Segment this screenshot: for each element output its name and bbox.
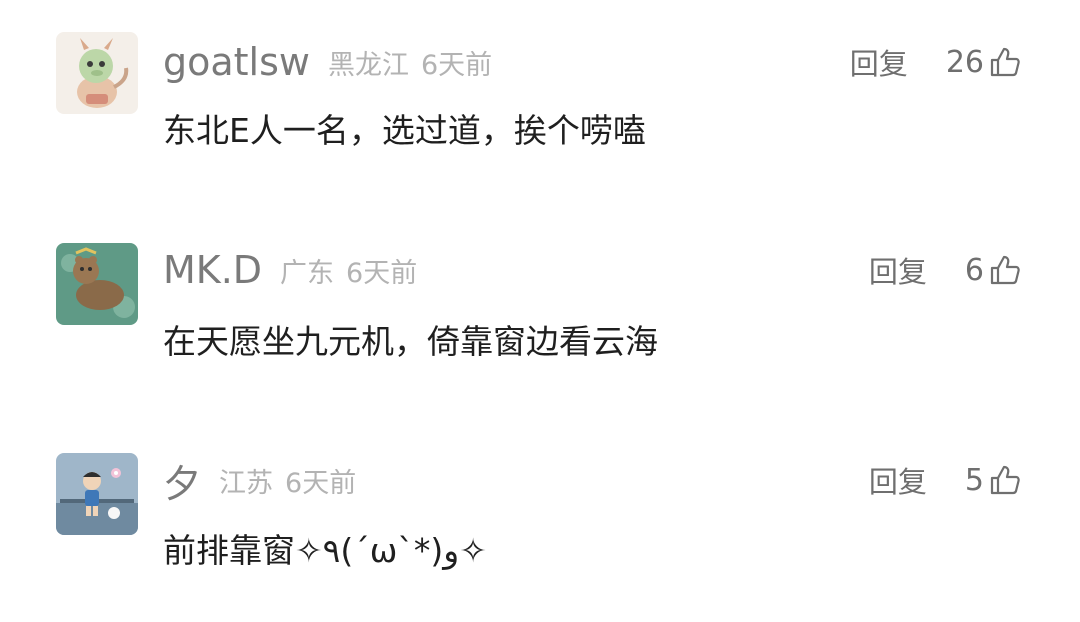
like-button[interactable]: 5 [965,463,1022,498]
like-count: 6 [964,252,984,288]
reply-button[interactable]: 回复 [850,41,908,83]
comment-text: 在天愿坐九元机，倚靠窗边看云海 [163,322,658,361]
comment-item: goatlsw 黑龙江 6天前 回复 26 东北E人一名，选过道，挨个唠嗑 [0,32,1080,192]
comment-item: 夕 江苏 6天前 回复 5 前排靠窗✧٩(ˊωˋ*)و✧ [0,450,1080,610]
thumbs-up-icon [988,463,1022,497]
comment-actions: 回复 5 [869,450,1022,510]
like-count: 5 [964,462,984,498]
thumbs-up-icon [988,45,1022,79]
comment-item: MK.D 广东 6天前 回复 6 在天愿坐九元机，倚靠窗边看云海 [0,240,1080,400]
username[interactable]: MK.D [163,248,262,292]
like-count: 26 [945,44,984,80]
avatar[interactable] [56,243,138,325]
username[interactable]: 夕 [163,453,201,508]
thumbs-up-icon [988,253,1022,287]
timestamp: 6天前 [285,467,357,499]
comment-text: 东北E人一名，选过道，挨个唠嗑 [163,111,646,150]
timestamp: 6天前 [421,49,493,81]
username[interactable]: goatlsw [163,40,310,84]
comment-actions: 回复 6 [869,240,1022,300]
comment-actions: 回复 26 [850,32,1022,92]
location: 广东 [280,257,335,289]
location: 江苏 [219,467,274,499]
avatar[interactable] [56,453,138,535]
bear-avatar-icon [56,243,138,325]
cartoon-avatar-icon [56,453,138,535]
location: 黑龙江 [328,49,409,81]
reply-button[interactable]: 回复 [869,249,927,291]
comment-header: goatlsw 黑龙江 6天前 [163,32,504,92]
comment-header: MK.D 广东 6天前 [163,240,429,300]
timestamp: 6天前 [346,257,418,289]
comment-header: 夕 江苏 6天前 [163,450,368,510]
like-button[interactable]: 26 [946,45,1022,80]
like-button[interactable]: 6 [965,253,1022,288]
reply-button[interactable]: 回复 [869,459,927,501]
dragon-avatar-icon [56,32,138,114]
avatar[interactable] [56,32,138,114]
comment-text: 前排靠窗✧٩(ˊωˋ*)و✧ [163,531,487,570]
